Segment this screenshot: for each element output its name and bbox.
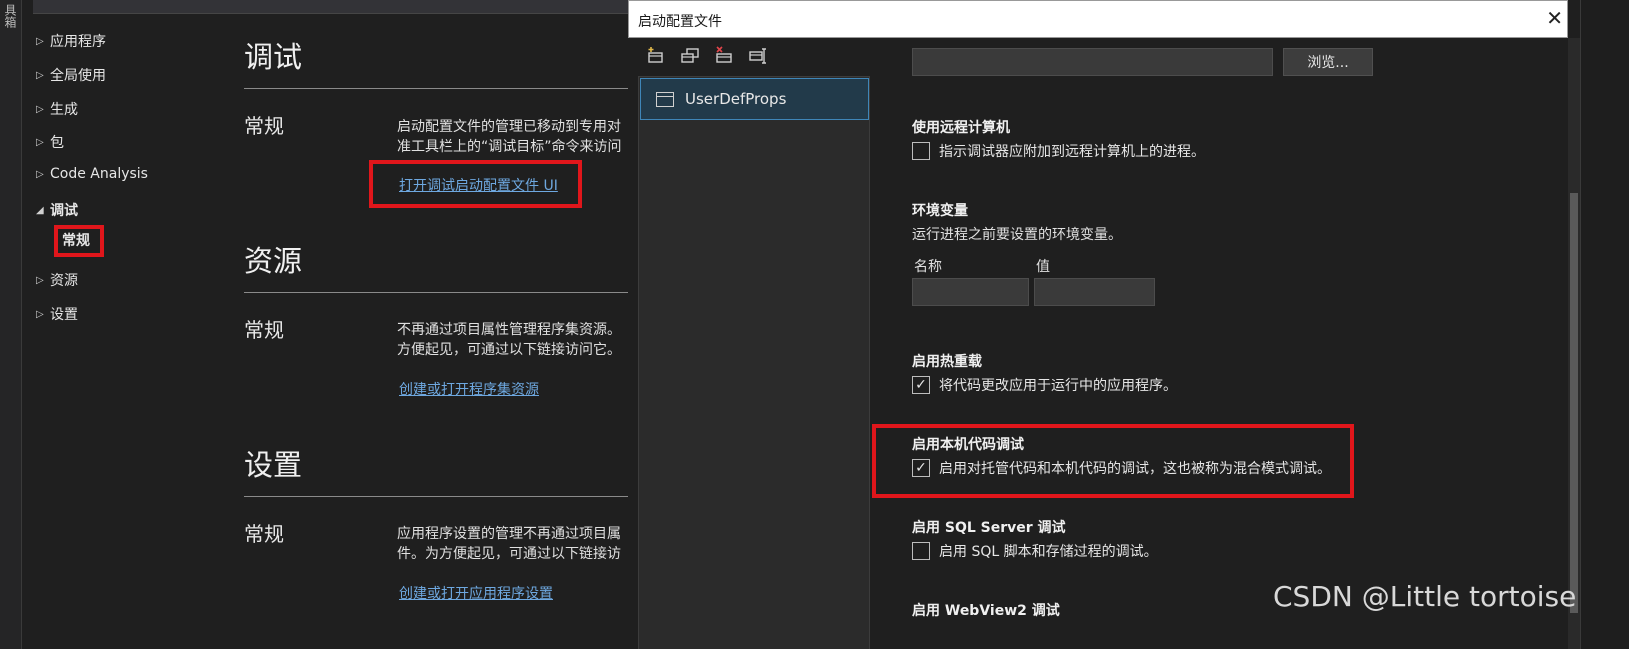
copy-profile-icon[interactable] xyxy=(680,46,700,66)
highlight-box xyxy=(872,424,1354,498)
close-icon[interactable]: ✕ xyxy=(1546,7,1563,29)
checkbox-label: 启用 SQL 脚本和存储过程的调试。 xyxy=(939,544,1158,560)
working-directory-input[interactable] xyxy=(912,48,1273,76)
section-divider xyxy=(244,292,654,293)
hot-reload-checkbox-row[interactable]: ✓ 将代码更改应用于运行中的应用程序。 xyxy=(912,375,1177,395)
open-assembly-resources-link[interactable]: 创建或打开程序集资源 xyxy=(399,379,539,399)
section-divider xyxy=(244,88,654,89)
checkbox-label: 将代码更改应用于运行中的应用程序。 xyxy=(939,378,1177,394)
desc-line: 准工具栏上的“调试目标”命令来访问 xyxy=(397,139,622,155)
remote-machine-title: 使用远程计算机 xyxy=(912,120,1010,136)
open-app-settings-link[interactable]: 创建或打开应用程序设置 xyxy=(399,583,553,603)
env-vars-description: 运行进程之前要设置的环境变量。 xyxy=(912,227,1122,243)
env-vars-title: 环境变量 xyxy=(912,203,968,219)
watermark: CSDN @Little tortoise xyxy=(1273,580,1577,613)
env-column-name: 名称 xyxy=(914,259,942,275)
desc-line: 件。为方便起见，可通过以下链接访 xyxy=(397,546,621,562)
desc-line: 启动配置文件的管理已移动到专用对 xyxy=(397,119,621,135)
env-value-input[interactable] xyxy=(1034,278,1155,306)
nav-item-settings[interactable]: ▷ 设置 xyxy=(36,304,78,324)
nav-item-label: 包 xyxy=(50,135,64,151)
collapse-arrow-icon[interactable]: ◢ xyxy=(36,205,50,216)
expand-arrow-icon[interactable]: ▷ xyxy=(36,309,50,320)
section-title-resources: 资源 xyxy=(244,244,303,278)
env-name-input[interactable] xyxy=(912,278,1029,306)
nav-item-build[interactable]: ▷ 生成 xyxy=(36,99,78,119)
rename-profile-icon[interactable] xyxy=(748,46,768,66)
dialog-title-bar[interactable]: 启动配置文件 ✕ xyxy=(628,0,1568,38)
desc-line: 方便起见，可通过以下链接访问它。 xyxy=(397,342,621,358)
expand-arrow-icon[interactable]: ▷ xyxy=(36,36,50,47)
nav-item-code-analysis[interactable]: ▷ Code Analysis xyxy=(36,166,148,182)
profile-settings-pane: 浏览... 使用远程计算机 指示调试器应附加到远程计算机上的进程。 环境变量 运… xyxy=(876,38,1568,649)
desc-line: 应用程序设置的管理不再通过项目属 xyxy=(397,526,621,542)
highlight-box xyxy=(369,160,582,208)
subsection-title: 常规 xyxy=(244,114,284,138)
launch-profiles-dialog: 启动配置文件 ✕ UserDefProps 浏览... 使用远程计算机 指示调试… xyxy=(628,0,1629,649)
nav-item-resources[interactable]: ▷ 资源 xyxy=(36,270,78,290)
sql-debugging-checkbox-row[interactable]: 启用 SQL 脚本和存储过程的调试。 xyxy=(912,541,1158,561)
main-top-bar xyxy=(33,0,643,14)
nav-item-label: 设置 xyxy=(50,307,78,323)
subsection-title: 常规 xyxy=(244,318,284,342)
profile-name: UserDefProps xyxy=(685,90,787,108)
webview2-debugging-title: 启用 WebView2 调试 xyxy=(912,603,1060,619)
nav-item-label: 调试 xyxy=(50,203,78,219)
env-column-value: 值 xyxy=(1036,259,1050,275)
window-edge xyxy=(1580,0,1629,649)
nav-item-label: 应用程序 xyxy=(50,34,106,50)
nav-item-package[interactable]: ▷ 包 xyxy=(36,132,64,152)
toolbox-label[interactable]: 具箱 xyxy=(2,4,19,28)
nav-item-label: 生成 xyxy=(50,102,78,118)
nav-item-debug[interactable]: ◢ 调试 xyxy=(36,200,78,220)
hot-reload-checkbox[interactable]: ✓ xyxy=(912,376,930,394)
expand-arrow-icon[interactable]: ▷ xyxy=(36,137,50,148)
sql-debugging-title: 启用 SQL Server 调试 xyxy=(912,520,1066,536)
section-title-debug: 调试 xyxy=(244,40,303,74)
delete-profile-icon[interactable] xyxy=(714,46,734,66)
nav-item-application[interactable]: ▷ 应用程序 xyxy=(36,31,106,51)
profile-list: UserDefProps xyxy=(638,76,870,649)
scrollbar-thumb[interactable] xyxy=(1570,193,1578,613)
expand-arrow-icon[interactable]: ▷ xyxy=(36,70,50,81)
sql-debugging-checkbox[interactable] xyxy=(912,542,930,560)
section-description: 应用程序设置的管理不再通过项目属 件。为方便起见，可通过以下链接访 xyxy=(397,524,637,564)
profile-list-item[interactable]: UserDefProps xyxy=(640,78,869,120)
project-properties-panel: ▷ 应用程序 ▷ 全局使用 ▷ 生成 ▷ 包 ▷ Code Analysis ◢… xyxy=(22,14,654,649)
nav-item-global-usings[interactable]: ▷ 全局使用 xyxy=(36,65,106,85)
expand-arrow-icon[interactable]: ▷ xyxy=(36,169,50,180)
checkbox-label: 指示调试器应附加到远程计算机上的进程。 xyxy=(939,144,1205,160)
window-icon xyxy=(656,91,674,107)
expand-arrow-icon[interactable]: ▷ xyxy=(36,275,50,286)
section-description: 启动配置文件的管理已移动到专用对 准工具栏上的“调试目标”命令来访问 xyxy=(397,117,637,157)
nav-item-label: Code Analysis xyxy=(50,166,148,182)
remote-machine-checkbox[interactable] xyxy=(912,142,930,160)
section-description: 不再通过项目属性管理程序集资源。 方便起见，可通过以下链接访问它。 xyxy=(397,320,637,360)
subsection-title: 常规 xyxy=(244,522,284,546)
vertical-scrollbar[interactable] xyxy=(1568,38,1580,649)
new-profile-icon[interactable] xyxy=(646,46,666,66)
browse-button[interactable]: 浏览... xyxy=(1283,48,1373,76)
desc-line: 不再通过项目属性管理程序集资源。 xyxy=(397,322,621,338)
section-title-settings: 设置 xyxy=(244,448,303,482)
profiles-pane: UserDefProps xyxy=(628,38,876,649)
expand-arrow-icon[interactable]: ▷ xyxy=(36,104,50,115)
nav-item-label: 全局使用 xyxy=(50,68,106,84)
toolbox-strip[interactable]: 具箱 xyxy=(0,0,22,649)
dialog-title: 启动配置文件 xyxy=(638,14,722,30)
nav-item-label: 资源 xyxy=(50,273,78,289)
profiles-toolbar xyxy=(646,46,768,70)
hot-reload-title: 启用热重载 xyxy=(912,354,982,370)
remote-machine-checkbox-row[interactable]: 指示调试器应附加到远程计算机上的进程。 xyxy=(912,141,1205,161)
highlight-box xyxy=(54,225,104,257)
section-divider xyxy=(244,496,654,497)
